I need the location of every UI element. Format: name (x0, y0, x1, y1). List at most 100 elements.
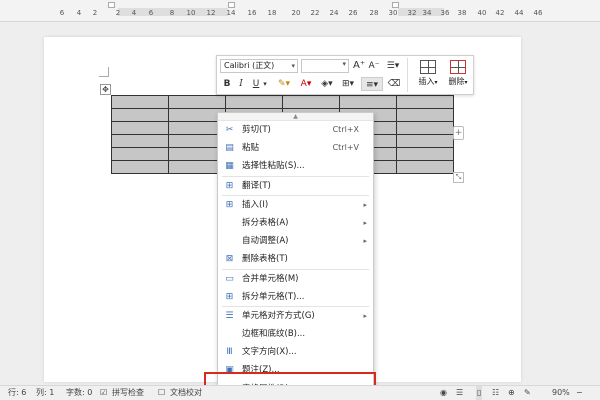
chevron-down-icon[interactable]: ▾ (261, 77, 269, 91)
status-bar: 行: 6 列: 1 字数: 0 ☑ 拼写检查 ☐ 文档校对 ◉ ☰ ▯ ☷ ⊕ … (0, 385, 600, 400)
table-cell[interactable] (111, 160, 169, 174)
menu-item[interactable]: 边框和底纹(B)... (218, 325, 373, 343)
ruler-tick-label: 6 (59, 9, 65, 17)
ruler-tick-label: 42 (495, 9, 505, 17)
list-view-icon[interactable]: ☷ (492, 386, 499, 400)
delete-button[interactable]: 删除▾ (443, 58, 473, 92)
menu-scroll-up-icon[interactable]: ▲ (218, 113, 373, 121)
proofread-icon: ☐ (158, 388, 166, 397)
ruler-tick-label: 22 (310, 9, 320, 17)
split-cells-icon: ⊞ (225, 291, 234, 302)
align-icon[interactable]: ≡▾ (361, 77, 383, 91)
menu-item-label: 插入(I) (242, 199, 269, 210)
menu-item-label: 粘贴 (242, 143, 260, 154)
table-cell[interactable] (396, 160, 454, 174)
insert-button[interactable]: 插入▾ (413, 58, 443, 92)
context-menu: ▲ ✂ 剪切(T) Ctrl+X ▤ 粘贴 Ctrl+V ▦ 选择性粘贴(S)... ⊞ 翻译(T… (217, 112, 374, 400)
ruler-tick-label: 8 (169, 9, 175, 17)
table-cell[interactable] (339, 95, 397, 109)
bold-button[interactable]: B (222, 77, 232, 91)
web-view-icon[interactable]: ⊕ (508, 386, 515, 400)
eraser-icon[interactable]: ⌫ (387, 77, 401, 91)
menu-item[interactable]: 拆分表格(A) ▸ (218, 214, 373, 232)
ruler-tick-label: 20 (291, 9, 301, 17)
font-family-value: Calibri (正文) (224, 61, 275, 70)
table-cell[interactable] (111, 134, 169, 148)
ruler-tick-label: 12 (206, 9, 216, 17)
font-color-icon[interactable]: A▾ (297, 77, 315, 91)
table-cell[interactable] (168, 95, 226, 109)
status-word-count[interactable]: 字数: 0 (66, 386, 92, 400)
italic-button[interactable]: I (236, 77, 246, 91)
menu-item[interactable]: ▭ 合并单元格(M) (218, 270, 373, 288)
horizontal-ruler[interactable]: 6 4 2 2 4 6 8 10 12 14 16 18 20 22 24 26 28 30 32 34 36 38 40 4… (0, 0, 600, 22)
zoom-out-icon[interactable]: − (576, 386, 583, 400)
menu-item[interactable]: ✂ 剪切(T) Ctrl+X (218, 121, 373, 139)
menu-item[interactable]: ▤ 粘贴 Ctrl+V (218, 139, 373, 157)
delete-label: 删除 (448, 77, 465, 86)
table-cell[interactable] (396, 147, 454, 161)
table-cell[interactable] (282, 95, 340, 109)
paste-special-icon: ▦ (225, 161, 234, 172)
text-direction-icon: Ⅲ (226, 347, 233, 358)
table-cell[interactable] (225, 95, 283, 109)
page-view-icon[interactable]: ▯ (476, 386, 483, 400)
doc-proof-button[interactable]: 文档校对 (170, 386, 202, 400)
table-cell[interactable] (396, 121, 454, 135)
font-family-select[interactable]: Calibri (正文) ▾ (220, 59, 298, 73)
shrink-font-icon[interactable]: A⁻ (368, 59, 380, 73)
ruler-tick-label: 6 (148, 9, 154, 17)
table-cell[interactable] (111, 121, 169, 135)
line-spacing-icon[interactable]: ☰▾ (383, 59, 403, 73)
menu-item[interactable]: Ⅲ 文字方向(X)... (218, 343, 373, 361)
ruler-indent-marker[interactable] (108, 2, 115, 8)
zoom-level[interactable]: 90% (552, 386, 570, 400)
grow-font-icon[interactable]: A⁺ (353, 59, 365, 73)
paste-icon: ▤ (225, 143, 234, 154)
menu-item[interactable]: ⊞ 拆分单元格(T)... (218, 288, 373, 306)
submenu-arrow-icon: ▸ (363, 311, 367, 320)
ruler-tick-label: 2 (92, 9, 98, 17)
eye-icon[interactable]: ◉ (440, 386, 447, 400)
menu-item-label: 拆分表格(A) (242, 217, 289, 228)
table-cell[interactable] (111, 95, 169, 109)
border-icon[interactable]: ⊞▾ (339, 77, 357, 91)
menu-item[interactable]: ☰ 单元格对齐方式(G) ▸ (218, 307, 373, 325)
font-size-select[interactable]: ▾ (301, 59, 349, 73)
table-cell[interactable] (111, 147, 169, 161)
table-cell[interactable] (396, 108, 454, 122)
menu-item-label: 拆分单元格(T)... (242, 291, 305, 302)
menu-item[interactable]: ▦ 选择性粘贴(S)... (218, 157, 373, 175)
table-cell[interactable] (396, 134, 454, 148)
ruler-column-marker[interactable] (392, 2, 399, 8)
ruler-tick-label: 16 (247, 9, 257, 17)
menu-item-label: 选择性粘贴(S)... (242, 161, 305, 172)
ruler-tick-label: 46 (533, 9, 543, 17)
shading-icon[interactable]: ◈▾ (318, 77, 336, 91)
table-resize-handle-icon[interactable]: ⤡ (453, 172, 464, 183)
submenu-arrow-icon: ▸ (363, 200, 367, 209)
highlight-color-icon[interactable]: ✎▾ (275, 77, 293, 91)
spell-check-button[interactable]: 拼写检查 (112, 386, 144, 400)
table-cell[interactable] (396, 95, 454, 109)
submenu-arrow-icon: ▸ (363, 237, 367, 246)
insert-table-icon: ⊞ (225, 199, 234, 210)
menu-item[interactable]: 自动调整(A) ▸ (218, 232, 373, 250)
toolbar-divider (407, 58, 408, 92)
pen-icon[interactable]: ✎ (524, 386, 531, 400)
ruler-tick-label: 34 (422, 9, 432, 17)
submenu-arrow-icon: ▸ (363, 218, 367, 227)
menu-item[interactable]: ⊞ 插入(I) ▸ (218, 196, 373, 214)
menu-item-shortcut: Ctrl+V (332, 143, 359, 153)
ruler-column-marker[interactable] (228, 2, 235, 8)
menu-item[interactable]: ⊞ 翻译(T) (218, 177, 373, 195)
table-cell[interactable] (111, 108, 169, 122)
underline-button[interactable]: U (251, 77, 261, 91)
menu-item-label: 文字方向(X)... (242, 347, 297, 358)
table-move-handle-icon[interactable]: ✥ (100, 84, 111, 95)
table-row (111, 95, 454, 109)
ruler-tick-label: 40 (477, 9, 487, 17)
outline-view-icon[interactable]: ☰ (456, 386, 463, 400)
menu-item[interactable]: ⊠ 删除表格(T) (218, 250, 373, 268)
add-column-button[interactable]: + (453, 126, 464, 140)
